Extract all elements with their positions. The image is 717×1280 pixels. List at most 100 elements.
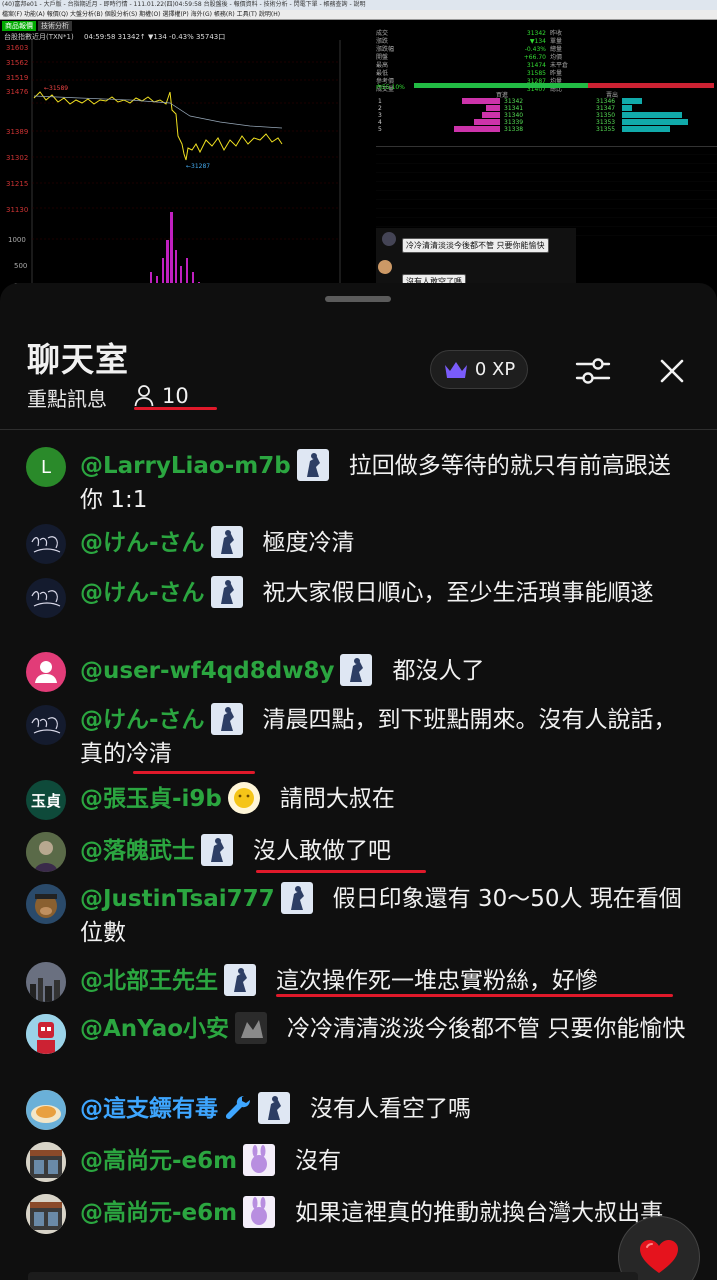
avatar[interactable] bbox=[26, 524, 66, 564]
stat-value: +66.70 bbox=[523, 54, 546, 61]
bunny-badge-icon bbox=[243, 1144, 276, 1176]
sliders-icon bbox=[575, 358, 611, 384]
stat-label: 最低 bbox=[376, 70, 389, 77]
stat-label: 最高 bbox=[376, 62, 389, 69]
filter-button[interactable] bbox=[570, 351, 616, 391]
message-author[interactable]: @落魄武士 bbox=[80, 838, 195, 864]
orderbook-row: 3 31340 31350 bbox=[376, 112, 717, 119]
ask-price: 31353 bbox=[596, 119, 616, 126]
chat-input-bar[interactable] bbox=[28, 1272, 638, 1280]
ask-volume-bar bbox=[622, 126, 670, 132]
member-badge-icon bbox=[210, 576, 243, 608]
bid-price: 31342 bbox=[504, 98, 524, 105]
ratio-fill bbox=[414, 83, 588, 88]
message-text: 冷冷清清淡淡今後都不管 只要你能愉快 bbox=[287, 1016, 686, 1042]
trading-titlebar: (40)富邦e01 - 大戶版 - 台指期近月 - 即時行情 - 111.01.… bbox=[0, 0, 717, 10]
annotation-underline bbox=[276, 994, 673, 997]
orderbook-level: 4 bbox=[378, 119, 382, 126]
tab-quote[interactable]: 商品報價 bbox=[2, 21, 36, 31]
avatar[interactable] bbox=[26, 884, 66, 924]
trading-tabs: 商品報價 技術分析 bbox=[2, 21, 74, 31]
message-author[interactable]: @user-wf4qd8dw8y bbox=[80, 658, 334, 684]
tab-technical[interactable]: 技術分析 bbox=[38, 21, 72, 31]
trade-summary-table bbox=[376, 146, 717, 236]
avatar[interactable] bbox=[26, 652, 66, 692]
message-text: 都沒人了 bbox=[392, 658, 485, 684]
message-author[interactable]: @高尚元-e6m bbox=[80, 1148, 237, 1174]
message-author[interactable]: @LarryLiao-m7b bbox=[80, 453, 291, 479]
ask-price: 31346 bbox=[596, 98, 616, 105]
bunny-badge-icon bbox=[243, 1196, 276, 1228]
message-author[interactable]: @AnYao小安 bbox=[80, 1016, 229, 1042]
sun-badge-icon bbox=[227, 782, 260, 814]
avatar[interactable]: 玉貞 bbox=[26, 780, 66, 820]
avatar[interactable] bbox=[26, 578, 66, 618]
avatar[interactable] bbox=[26, 705, 66, 745]
message-text: 沒有人看空了嗎 bbox=[310, 1096, 471, 1122]
xp-label: 0 XP bbox=[474, 359, 516, 380]
pinned-messages-label[interactable]: 重點訊息 bbox=[27, 383, 107, 412]
avatar bbox=[378, 260, 392, 274]
stat-label: 開盤 bbox=[376, 54, 389, 61]
stat-value: 31342 bbox=[526, 30, 546, 37]
trading-menubar: 檔案(F) 功能(A) 報價(Q) 大盤分析(B) 個股分析(S) 期權(O) … bbox=[0, 10, 717, 20]
y-tick: 31389 bbox=[6, 128, 28, 136]
orderbook-level: 3 bbox=[378, 112, 382, 119]
orderbook-row: 4 31339 31353 bbox=[376, 119, 717, 126]
message-text: 極度冷清 bbox=[262, 530, 355, 556]
stat-label: 昨量 bbox=[550, 70, 563, 77]
member-badge-icon bbox=[296, 449, 329, 481]
avatar[interactable] bbox=[26, 832, 66, 872]
high-label: ←31589 bbox=[44, 85, 68, 92]
message-author[interactable]: @高尚元-e6m bbox=[80, 1200, 237, 1226]
bid-volume-bar bbox=[486, 105, 500, 111]
avatar[interactable] bbox=[26, 962, 66, 1002]
ask-volume-bar bbox=[622, 112, 682, 118]
message-author[interactable]: @けん-さん bbox=[80, 707, 205, 733]
orderbook-row: 1 31342 31346 bbox=[376, 98, 717, 105]
y-tick: 500 bbox=[14, 262, 27, 270]
chat-message-list[interactable]: L @LarryLiao-m7b 拉回做多等待的就只有前高跟送你 1:1 @けん-… bbox=[0, 430, 717, 1280]
stat-label: 昨收 bbox=[550, 30, 563, 37]
bid-volume-bar bbox=[462, 98, 500, 104]
message-author[interactable]: @けん-さん bbox=[80, 580, 205, 606]
avatar-letter: L bbox=[40, 456, 52, 478]
close-button[interactable] bbox=[650, 351, 694, 391]
avatar[interactable] bbox=[26, 1194, 66, 1234]
ask-volume-bar bbox=[622, 105, 632, 111]
orderbook-level: 1 bbox=[378, 98, 382, 105]
bid-price: 31339 bbox=[504, 119, 524, 126]
message-text: 請問大叔在 bbox=[279, 786, 395, 812]
avatar[interactable] bbox=[26, 1014, 66, 1054]
viewer-count[interactable]: 10 bbox=[134, 383, 189, 409]
stat-label: 總量 bbox=[550, 46, 563, 53]
avatar[interactable] bbox=[26, 1142, 66, 1182]
y-tick: 31476 bbox=[6, 88, 29, 96]
stat-label: 漲跌幅 bbox=[376, 46, 395, 53]
default-user-icon bbox=[35, 661, 57, 683]
message-author[interactable]: @張玉貞-i9b bbox=[80, 786, 222, 812]
message-author[interactable]: @北部王先生 bbox=[80, 968, 218, 994]
food-avatar-icon bbox=[26, 1090, 66, 1130]
message-author[interactable]: @JustinTsai777 bbox=[80, 886, 275, 912]
stat-label: 均價 bbox=[550, 54, 563, 61]
message-text: 祝大家假日順心，至少生活瑣事能順遂 bbox=[262, 580, 654, 606]
bid-price: 31341 bbox=[504, 105, 524, 112]
y-tick: 31215 bbox=[6, 180, 28, 188]
xp-button[interactable]: 0 XP bbox=[430, 350, 528, 389]
stat-value: -0.43% bbox=[524, 46, 546, 53]
ask-volume-bar bbox=[622, 98, 642, 104]
avatar[interactable]: L bbox=[26, 447, 66, 487]
stat-value: 31585 bbox=[526, 70, 546, 77]
avatar[interactable] bbox=[26, 1090, 66, 1130]
y-tick: 31302 bbox=[6, 154, 28, 162]
buy-sell-ratio-bar bbox=[414, 83, 714, 88]
close-icon bbox=[660, 359, 684, 383]
bid-volume-bar bbox=[474, 119, 500, 125]
member-badge-icon bbox=[258, 1092, 290, 1124]
drag-handle[interactable] bbox=[325, 296, 391, 302]
orderbook-level: 2 bbox=[378, 105, 382, 112]
message-author[interactable]: @けん-さん bbox=[80, 530, 205, 556]
member-badge-icon bbox=[201, 834, 233, 866]
message-author[interactable]: @這支鏢有毒 bbox=[80, 1096, 218, 1122]
